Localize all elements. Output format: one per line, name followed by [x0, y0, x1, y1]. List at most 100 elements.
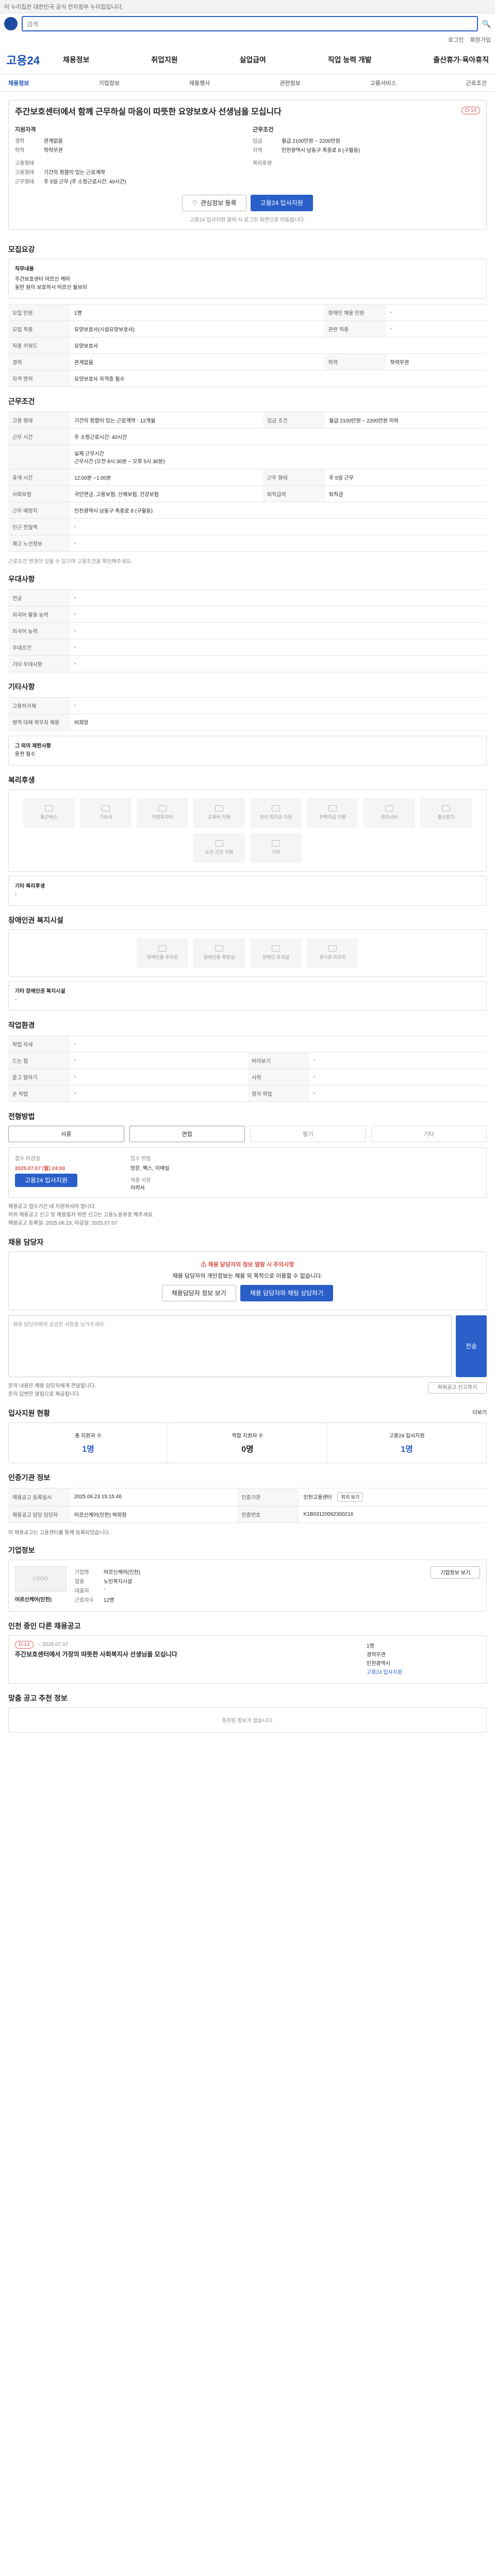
table-row: 고용 형태 기간의 정함이 있는 근로계약 · 12개월 임금 조건 월급 2100만…: [8, 411, 487, 429]
warning-icon: ⚠: [201, 1261, 208, 1268]
row-key: 모집 직종: [8, 320, 70, 337]
status-stats: 총 지원자 수 1명 적합 지원자 수 0명 고용24 입사지원 1명: [8, 1422, 487, 1463]
other-job-meta-item: 1명: [367, 1643, 374, 1649]
subnav-item-company[interactable]: 기업정보: [98, 79, 119, 87]
table-row: 모집 인원 1명 장애인 채용 인원 -: [8, 303, 487, 321]
process-steps: 서류 면접 필기 기타: [8, 1125, 487, 1142]
row-key: 고용 형태: [8, 411, 70, 429]
row-value: -: [70, 1052, 248, 1069]
welfare-item: 출산휴가: [420, 798, 472, 828]
subnav-item-service[interactable]: 고용서비스: [370, 79, 397, 87]
company-info-button[interactable]: 기업정보 보기: [431, 1566, 480, 1579]
job-summary: 주간보호센터에서 함께 근무하실 마음이 따뜻한 요양보호사 선생님을 모십니다…: [0, 92, 495, 235]
conditions-table: 고용 형태 기간의 정함이 있는 근로계약 · 12개월 임금 조건 월급 2100만…: [8, 411, 487, 552]
gnb-item-support[interactable]: 취업지원: [151, 55, 178, 65]
qual-value: 주 5일 근무 (주 소정근로시간: 40시간): [44, 179, 126, 185]
signup-link[interactable]: 회원가입: [470, 36, 491, 44]
gnb-item-jobs[interactable]: 채용정보: [63, 55, 90, 65]
map-button[interactable]: 위치 보기: [337, 1492, 364, 1502]
row-key: [8, 444, 70, 469]
step-docs: 서류: [8, 1125, 124, 1142]
conditions-title: 근무조건: [8, 396, 487, 406]
disabled-etc-box: 기타 장애인권 복지시설 -: [8, 980, 487, 1011]
table-row: 병역 대체 복무자 채용 비희망: [8, 713, 487, 731]
docs-value: 이력서: [130, 1185, 145, 1191]
welfare-grid: 통근버스 기숙사 차량유지비 교육비 지원 자녀 학자금 지원 주택자금 지원 …: [8, 789, 487, 872]
row-value: -: [309, 1068, 487, 1086]
company-key: 기업명: [75, 1569, 89, 1575]
table-row: 재고 노선정보 -: [8, 534, 487, 552]
company-logo: LOGO: [15, 1566, 67, 1592]
car-icon: [158, 805, 167, 812]
row-key: 고용허가제: [8, 697, 70, 714]
subnav-item-events[interactable]: 채용행사: [189, 79, 210, 87]
table-row: 드는 힘 - 바라보기 -: [8, 1052, 487, 1069]
ramp-icon: [328, 945, 337, 952]
row-value: -: [70, 655, 487, 672]
recruit-table: 모집 인원 1명 장애인 채용 인원 - 모집 직종 요양보호사(시설요양보호사) 관련 …: [8, 303, 487, 387]
status-more-link[interactable]: 더보기: [472, 1408, 487, 1418]
process-apply-button[interactable]: 고용24 입사지원: [15, 1173, 77, 1187]
row-value: 실제 근무시간 근무시간 (오전 8시 30분 ~ 오후 5시 30분): [70, 444, 487, 469]
welfare-etc-value: -: [15, 891, 17, 897]
subnav-item-conditions[interactable]: 근로조건: [466, 79, 486, 87]
stat-label: 총 지원자 수: [75, 1433, 102, 1439]
subnav-item-jobs[interactable]: 채용정보: [8, 79, 29, 87]
stat-value: 1명: [82, 1445, 94, 1454]
other-job-card[interactable]: D-14 ~ 2025.07.07 주간보호센터에서 가장의 따뜻한 사회복지사…: [8, 1635, 487, 1684]
contact-alert-title: ⚠ 채용 담당자의 정보 열람 시 주의사항: [17, 1260, 478, 1268]
header-search-row: 검색 🔍: [0, 13, 495, 34]
qa-submit-button[interactable]: 전송: [456, 1315, 487, 1377]
row-value: -: [309, 1052, 487, 1069]
table-row: 실제 근무시간 근무시간 (오전 8시 30분 ~ 오후 5시 30분): [8, 444, 487, 469]
row-key: 근무 예정지: [8, 501, 70, 519]
apply-button[interactable]: 고용24 입사지원: [250, 194, 313, 211]
apply-deadline-value: 2025.07.07 (월) 24:00: [15, 1165, 65, 1172]
restroom-icon: [215, 945, 223, 952]
brand-logo[interactable]: 고용24: [6, 52, 63, 68]
job-title: 주간보호센터에서 함께 근무하실 마음이 따뜻한 요양보호사 선생님을 모십니다: [15, 108, 282, 116]
gnb-item-leave[interactable]: 출산휴가·육아휴직: [433, 55, 489, 65]
recruit-title-text: 모집요강: [8, 245, 35, 253]
row-key: 기타 우대사항: [8, 655, 70, 672]
view-contact-button[interactable]: 채용담당자 정보 보기: [161, 1284, 236, 1301]
row-value: -: [70, 1035, 487, 1053]
stat-label: 고용24 입사지원: [389, 1433, 425, 1439]
etc-extra-label: 그 외의 제한사항: [15, 743, 51, 749]
job-summary-card: 주간보호센터에서 함께 근무하실 마음이 따뜻한 요양보호사 선생님을 모십니다…: [8, 100, 487, 230]
other-job-meta: 1명 경력무관 인천광역시 고용24 입사지원: [367, 1642, 480, 1677]
disabled-item: 경사로 리프트: [307, 938, 358, 968]
welfare-item: 통근버스: [23, 798, 75, 828]
chat-contact-button[interactable]: 채용 담당자와 채팅 상담하기: [240, 1284, 334, 1301]
subnav-item-related[interactable]: 관련정보: [279, 79, 300, 87]
row-key: 채용공고 담당 담당자: [8, 1505, 70, 1523]
row-value: -: [70, 697, 487, 714]
search-input[interactable]: 검색: [22, 16, 478, 31]
row-value: -: [70, 1068, 248, 1086]
other-job-title[interactable]: 주간보호센터에서 가장의 따뜻한 사회복지사 선생님을 모십니다: [15, 1650, 177, 1658]
etc-extra-value: 운전 필수: [15, 751, 36, 757]
row-value: 월급 2100만원 ~ 2200만원 이하: [324, 411, 487, 429]
other-job-main: D-14 ~ 2025.07.07 주간보호센터에서 가장의 따뜻한 사회복지사…: [15, 1640, 177, 1677]
cond-key: 지역: [253, 147, 262, 154]
apply-deadline-block: 접수 마감일 2025.07.07 (월) 24:00 고용24 입사지원: [15, 1154, 118, 1191]
welfare-item: 교육비 지원: [193, 798, 245, 828]
qual-value: [44, 159, 242, 166]
row-key: 손 작업: [8, 1084, 70, 1102]
report-button[interactable]: 허위공고 신고하기: [427, 1382, 487, 1394]
qualifications-col: 지원자격 경력 관계없음 학력 학력무관 고용형태 고용형태 기간의 정함이 있는 근…: [15, 125, 242, 187]
gnb-item-unemployment[interactable]: 실업급여: [239, 55, 266, 65]
company-key: 대표자: [75, 1588, 89, 1594]
stat-label: 적합 지원자 수: [232, 1433, 263, 1439]
login-link[interactable]: 로그인: [448, 36, 464, 44]
qa-textarea[interactable]: 채용 담당자에게 궁금한 사항을 남겨주세요.: [8, 1315, 452, 1377]
search-icon[interactable]: 🔍: [482, 20, 491, 28]
gnb-item-training[interactable]: 직업 능력 개발: [328, 55, 372, 65]
docs-label: 제출 서류: [130, 1177, 151, 1183]
apply-note: 고용24 입사지원 클릭 시 로그인 화면으로 이동됩니다.: [190, 217, 305, 223]
etc-title-text: 기타사항: [8, 682, 35, 691]
table-row: 휴게 시간 12:00분 ~1:00분 근무 형태 주 5일 근무: [8, 468, 487, 486]
gov-emblem-icon: [4, 17, 18, 30]
row-value: 요양보호사(시설요양보호사): [70, 320, 324, 337]
scrap-button[interactable]: ♡ 관심정보 등록: [182, 194, 246, 211]
